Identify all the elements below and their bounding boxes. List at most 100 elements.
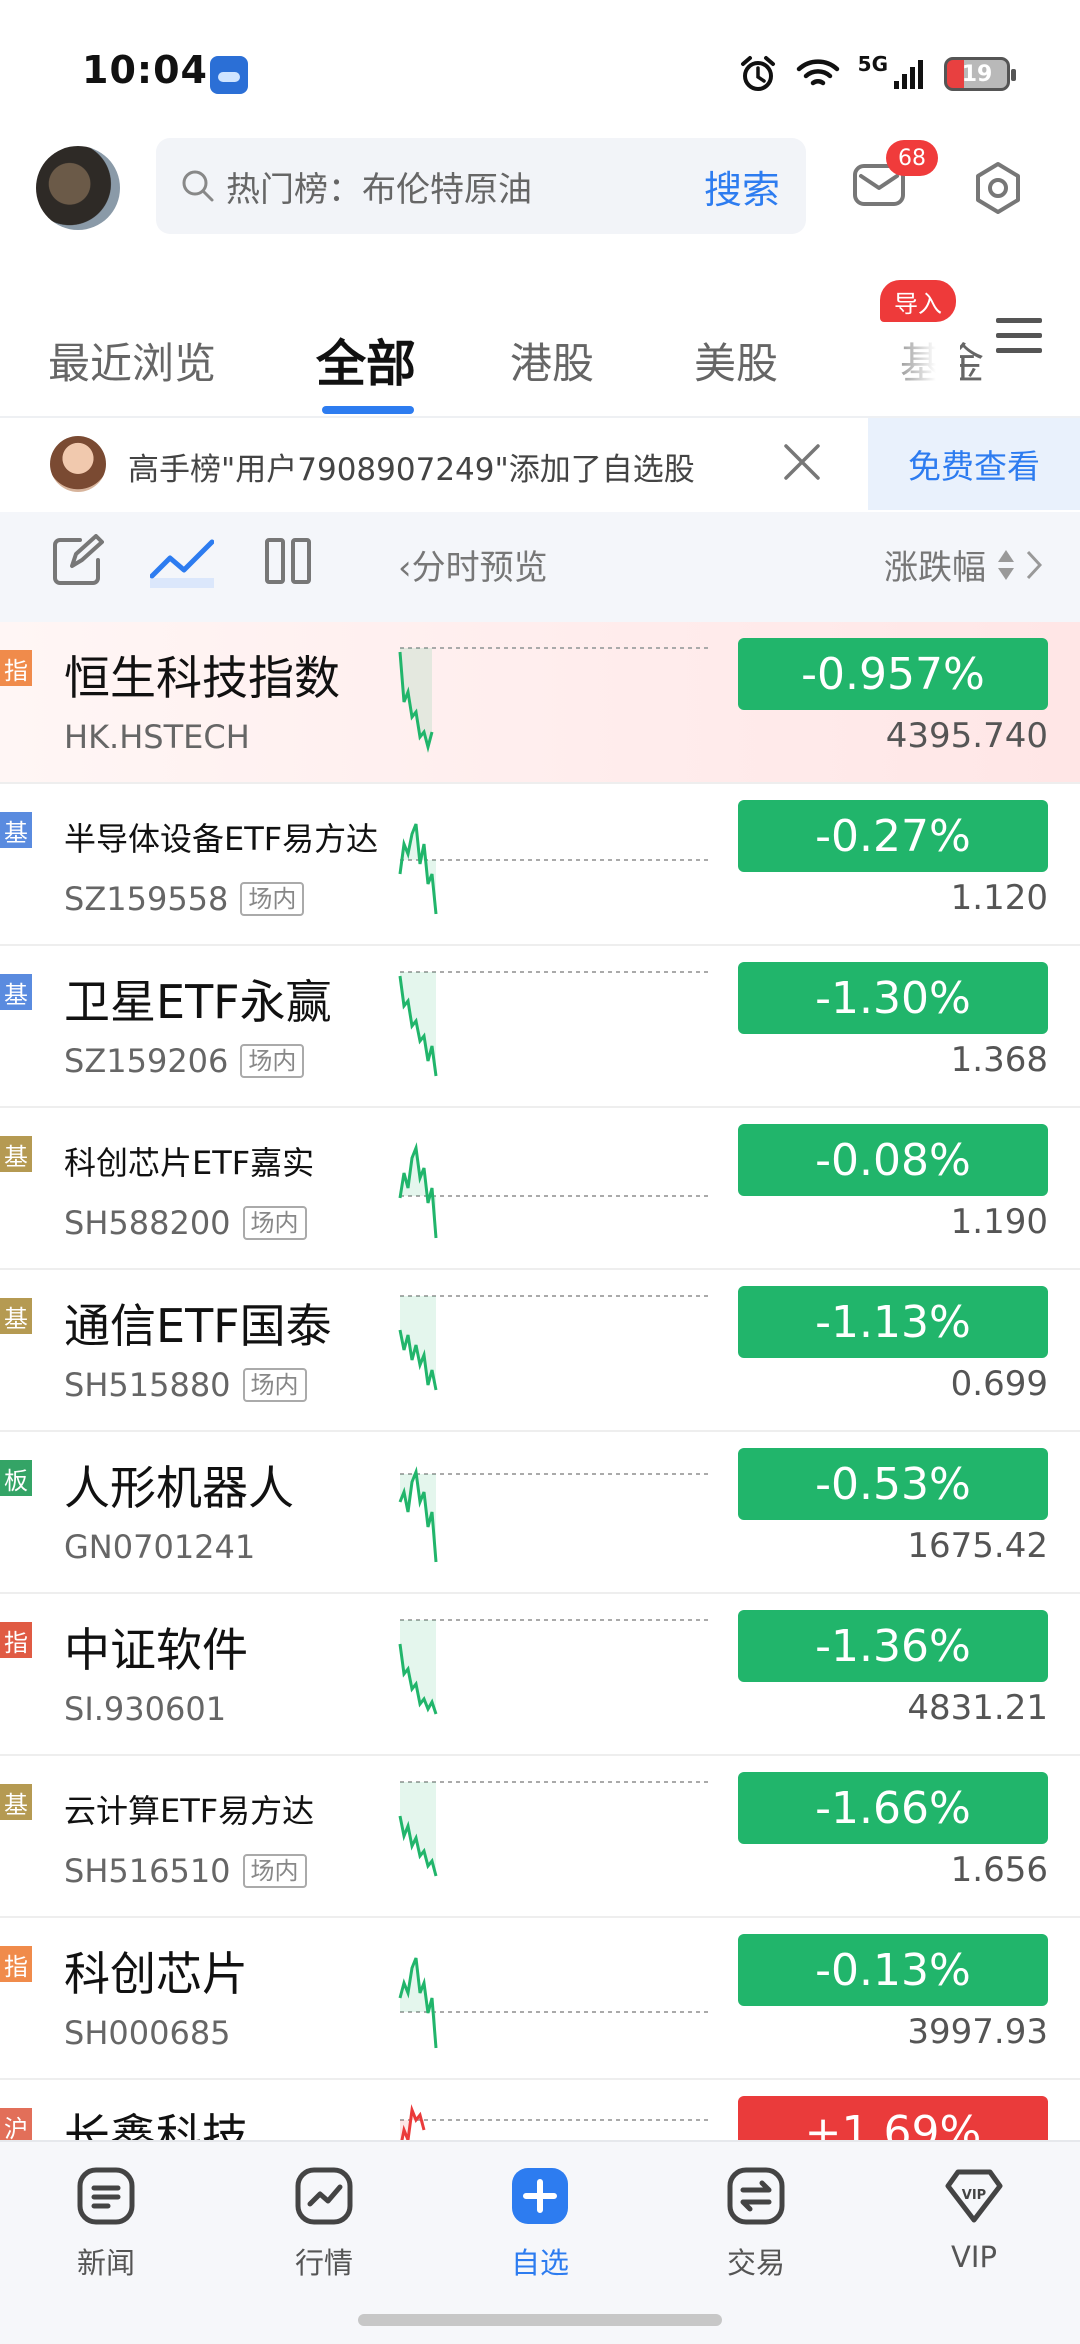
tab-us[interactable]: 美股 <box>694 330 778 391</box>
change-percent-badge[interactable]: -0.53% <box>738 1448 1048 1520</box>
stock-row[interactable]: 指科创芯片 SH000685 -0.13% 3997.93 <box>0 1918 1080 2080</box>
search-bar[interactable]: 热门榜：布伦特原油 搜索 <box>156 138 806 234</box>
in-market-tag: 场内 <box>242 1206 307 1240</box>
tab-all[interactable]: 全部 <box>316 324 416 396</box>
nav-trade[interactable]: 交易 <box>686 2166 826 2282</box>
settings-icon[interactable] <box>970 160 1026 216</box>
nav-market-label: 行情 <box>294 2246 353 2280</box>
stock-row[interactable]: 基卫星ETF永赢 SZ159206 场内 -1.30% 1.368 <box>0 946 1080 1108</box>
vip-icon: VIP <box>945 2169 1003 2223</box>
change-percent-badge[interactable]: -0.957% <box>738 638 1048 710</box>
alarm-icon <box>740 56 775 91</box>
close-icon[interactable] <box>780 440 824 484</box>
chevron-left-icon: ‹ <box>398 548 412 588</box>
intraday-sparkline <box>398 1619 708 1715</box>
free-view-button[interactable]: 免费查看 <box>868 418 1080 510</box>
tab-fade <box>880 310 960 420</box>
signal-icon <box>894 60 923 89</box>
intraday-sparkline <box>398 1957 708 2049</box>
network-type: 5G <box>857 52 888 76</box>
change-percent-badge[interactable]: -0.13% <box>738 1934 1048 2006</box>
change-percent-badge[interactable]: -1.66% <box>738 1772 1048 1844</box>
last-price: 1.120 <box>950 878 1048 918</box>
nav-news[interactable]: 新闻 <box>36 2166 176 2282</box>
nav-vip[interactable]: VIP VIP <box>904 2166 1044 2274</box>
intraday-sparkline <box>398 823 708 915</box>
last-price: 0.699 <box>950 1364 1048 1404</box>
stock-code: SH516510 <box>64 1852 231 1890</box>
intraday-sparkline <box>398 1781 708 1877</box>
stock-name: 恒生科技指数 <box>64 651 340 705</box>
market-type-tag: 基 <box>0 1784 32 1820</box>
stock-row[interactable]: 基云计算ETF易方达 SH516510 场内 -1.66% 1.656 <box>0 1756 1080 1918</box>
trend-view-icon[interactable] <box>150 534 214 590</box>
svg-text:VIP: VIP <box>962 2188 986 2203</box>
status-time: 10:04 <box>82 48 208 92</box>
market-type-tag: 指 <box>0 650 32 686</box>
user-avatar[interactable] <box>36 146 120 230</box>
last-price: 1.656 <box>950 1850 1048 1890</box>
change-percent-badge[interactable]: -1.36% <box>738 1610 1048 1682</box>
wifi-icon <box>796 59 839 86</box>
stock-code: SH588200 <box>64 1204 231 1242</box>
stock-name: 半导体设备ETF易方达 <box>64 820 379 858</box>
change-percent-badge[interactable]: -0.27% <box>738 800 1048 872</box>
stock-name: 科创芯片ETF嘉实 <box>64 1144 315 1182</box>
last-price: 4831.21 <box>907 1688 1048 1728</box>
stock-row[interactable]: 指中证软件 SI.930601 -1.36% 4831.21 <box>0 1594 1080 1756</box>
stock-code: SH000685 <box>64 2014 231 2052</box>
news-icon <box>77 2167 135 2225</box>
change-percent-badge[interactable]: -1.30% <box>738 962 1048 1034</box>
sort-arrows-icon <box>998 549 1014 580</box>
nav-market[interactable]: 行情 <box>254 2166 394 2282</box>
nav-watchlist[interactable]: 自选 <box>470 2166 610 2282</box>
tab-hk[interactable]: 港股 <box>510 330 594 391</box>
change-percent-badge[interactable]: -1.13% <box>738 1286 1048 1358</box>
stock-code: SI.930601 <box>64 1690 227 1728</box>
timeshare-preview[interactable]: ‹分时预览 <box>398 540 548 589</box>
mail-badge: 68 <box>886 140 938 176</box>
stock-name: 通信ETF国泰 <box>64 1299 332 1353</box>
stock-row[interactable]: 指恒生科技指数 HK.HSTECH -0.957% 4395.740 <box>0 622 1080 784</box>
stock-code-line: SH516510 场内 <box>64 1852 307 1890</box>
market-type-tag: 基 <box>0 974 32 1010</box>
last-price: 1.190 <box>950 1202 1048 1242</box>
stock-name: 人形机器人 <box>64 1461 294 1515</box>
banner-avatar <box>50 436 106 492</box>
stock-name: 卫星ETF永赢 <box>64 975 332 1029</box>
stock-code-line: HK.HSTECH <box>64 718 250 756</box>
intraday-sparkline <box>398 647 708 753</box>
status-bar: 10:04 5G 19 <box>0 0 1080 130</box>
market-type-tag: 基 <box>0 1298 32 1334</box>
stock-code-line: SI.930601 <box>64 1690 226 1728</box>
in-market-tag: 场内 <box>242 1368 307 1402</box>
import-tag[interactable]: 导入 <box>880 280 956 322</box>
stock-code-line: SH588200 场内 <box>64 1204 307 1242</box>
status-icons: 5G 19 <box>738 52 1016 96</box>
battery-icon: 19 <box>944 57 1016 91</box>
stock-row[interactable]: 基科创芯片ETF嘉实 SH588200 场内 -0.08% 1.190 <box>0 1108 1080 1270</box>
last-price: 1675.42 <box>907 1526 1048 1566</box>
search-button[interactable]: 搜索 <box>704 159 780 214</box>
intraday-sparkline <box>398 1142 708 1239</box>
stock-row[interactable]: 板人形机器人 GN0701241 -0.53% 1675.42 <box>0 1432 1080 1594</box>
active-tab-indicator <box>322 406 414 414</box>
intraday-sparkline <box>398 1466 708 1563</box>
sort-by-change[interactable]: 涨跌幅 <box>884 540 1042 589</box>
intraday-sparkline <box>398 971 708 1077</box>
column-view-icon[interactable] <box>264 534 312 588</box>
market-type-tag: 板 <box>0 1460 32 1496</box>
last-price: 1.368 <box>950 1040 1048 1080</box>
edit-icon[interactable] <box>50 534 104 588</box>
stock-row[interactable]: 基通信ETF国泰 SH515880 场内 -1.13% 0.699 <box>0 1270 1080 1432</box>
change-percent-badge[interactable]: -0.08% <box>738 1124 1048 1196</box>
tab-recent[interactable]: 最近浏览 <box>48 330 216 391</box>
menu-icon[interactable] <box>996 316 1042 356</box>
market-type-tag: 指 <box>0 1622 32 1658</box>
stock-row[interactable]: 基半导体设备ETF易方达 SZ159558 场内 -0.27% 1.120 <box>0 784 1080 946</box>
last-price: 3997.93 <box>907 2012 1048 2052</box>
battery-level: 19 <box>961 61 993 87</box>
market-type-tag: 沪 <box>0 2108 32 2144</box>
intraday-sparkline <box>398 1295 708 1391</box>
stock-code-line: SH515880 场内 <box>64 1366 307 1404</box>
